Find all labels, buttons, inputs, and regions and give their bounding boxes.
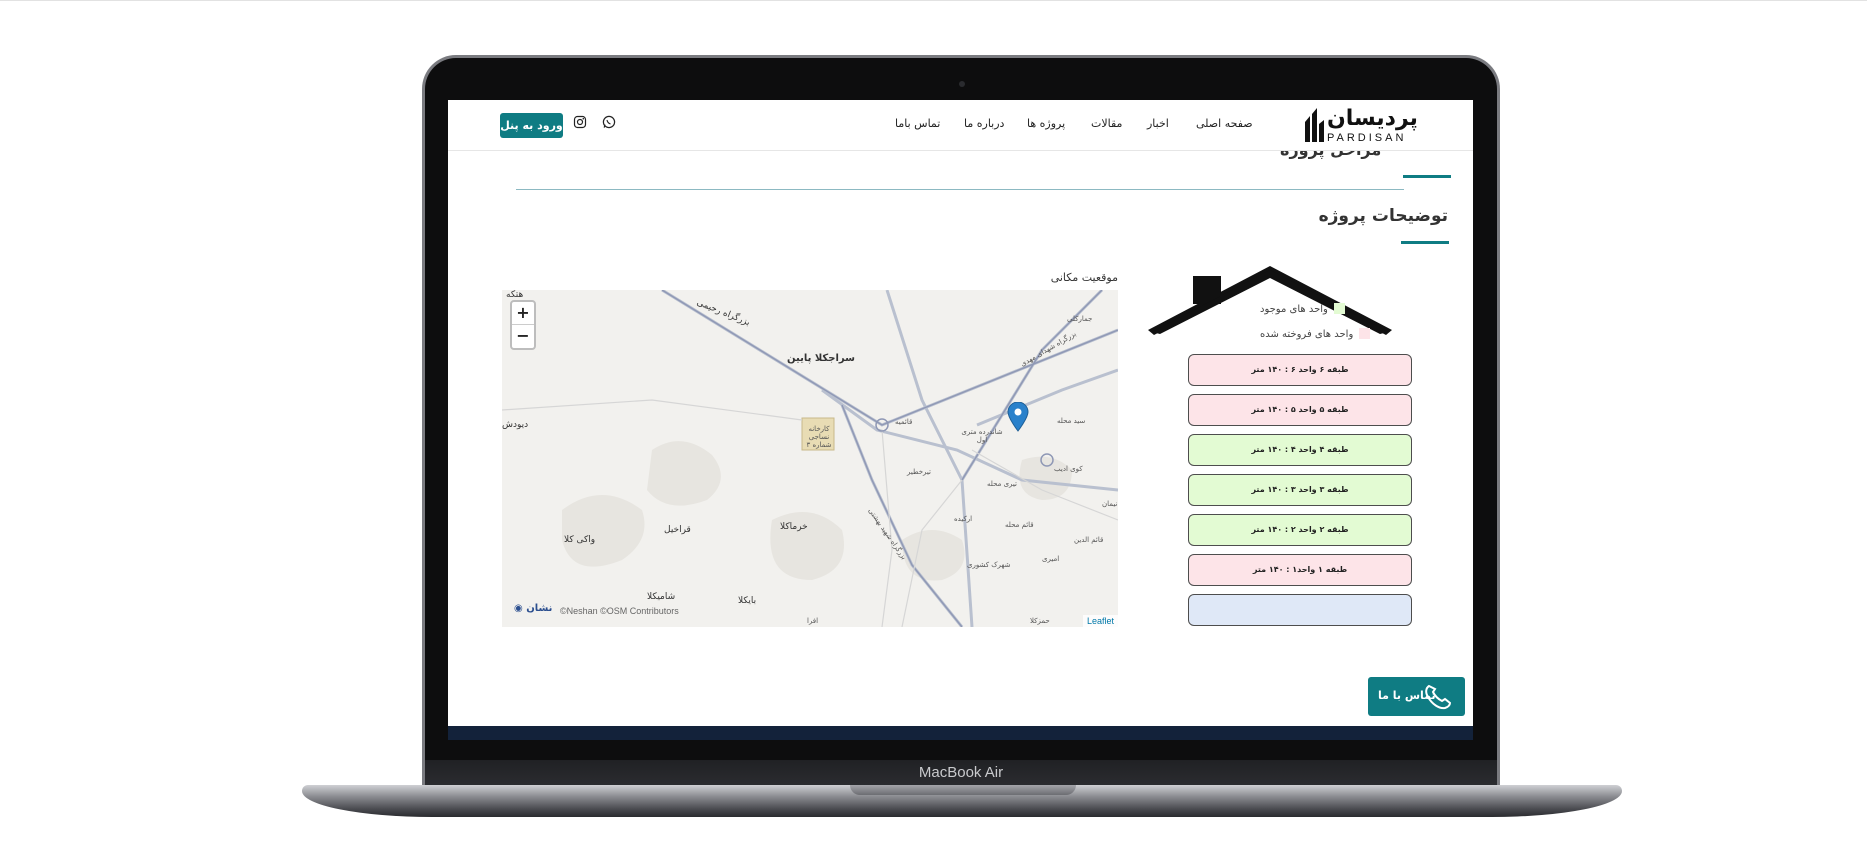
- legend-available: واحد های موجود: [1260, 303, 1345, 315]
- legend-swatch-sold: [1359, 328, 1371, 339]
- section-title: توضیحات پروژه: [1318, 206, 1448, 226]
- logo-subtitle: PARDISAN: [1327, 132, 1407, 144]
- map-place-label: شاندرده متری اول: [961, 428, 1003, 444]
- map-place-label: ارکیده: [954, 515, 973, 523]
- map-place-label: حمزکلا: [1030, 617, 1050, 625]
- map-zoom-control: + −: [510, 300, 536, 350]
- map-place-label: سراجکلا پایین: [787, 353, 855, 364]
- unit-box[interactable]: طبقه ۶ واحد ۶ : ۱۴۰ متر: [1188, 354, 1412, 386]
- phone-icon: [1425, 684, 1452, 710]
- map-place-label: دیودش: [502, 420, 529, 430]
- map-place-label: خرماکلا: [780, 522, 808, 532]
- site-header: پردیسان PARDISAN صفحه اصلی اخبار مقالات …: [448, 100, 1473, 151]
- leaflet-link[interactable]: Leaflet: [1082, 615, 1118, 627]
- unit-box[interactable]: طبقه ۵ واحد ۵ : ۱۴۰ متر: [1188, 394, 1412, 426]
- map-place-label: واکی کلا: [564, 535, 596, 545]
- laptop-screen: پردیسان PARDISAN صفحه اصلی اخبار مقالات …: [448, 100, 1473, 740]
- instagram-icon[interactable]: [573, 115, 587, 129]
- legend-sold: واحد های فروخته شده: [1260, 328, 1371, 340]
- contact-us-button[interactable]: تماس با ما: [1368, 677, 1465, 716]
- title-underline: [1403, 175, 1451, 178]
- nav-contact[interactable]: تماس باما: [895, 117, 940, 135]
- nav-articles[interactable]: مقالات: [1091, 117, 1122, 135]
- map-place-label: بایکلا: [738, 596, 757, 606]
- map-place-label: کوی ادیب: [1054, 465, 1083, 473]
- nav-about[interactable]: درباره ما: [964, 117, 1004, 135]
- map-place-label: قراخیل: [664, 525, 691, 535]
- building-logo-icon: [1305, 108, 1324, 142]
- logo-text: پردیسان: [1327, 106, 1418, 131]
- laptop-brand-label: MacBook Air: [918, 764, 1004, 781]
- map-place-label: تیری محله: [987, 480, 1017, 488]
- map-place-label: جمارکلی: [1067, 315, 1093, 323]
- map-background: [502, 290, 1118, 627]
- map-place-label: هتکه: [506, 290, 524, 300]
- unit-box[interactable]: طبقه ۲ واحد ۲ : ۱۴۰ متر: [1188, 514, 1412, 546]
- map-place-label: قائم محله: [1005, 521, 1034, 529]
- map-place-label: تیرخطیر: [907, 468, 931, 476]
- neshan-icon: ◉: [514, 603, 523, 614]
- map-place-label: کارخانه نساجی شماره ۳: [806, 425, 832, 449]
- nav-home[interactable]: صفحه اصلی: [1196, 117, 1253, 135]
- laptop-hinge-notch: [850, 785, 1076, 795]
- map-label: موقعیت مکانی: [1050, 271, 1118, 284]
- location-pin-icon[interactable]: [1007, 402, 1029, 432]
- map-place-label: قائمیه: [895, 418, 913, 426]
- legend-sold-label: واحد های فروخته شده: [1260, 329, 1354, 340]
- top-divider: [0, 0, 1867, 1]
- location-map[interactable]: هتکه بزرگراه رحیمی سراجکلا پایین جمارکلی…: [502, 290, 1118, 627]
- unit-box[interactable]: طبقه ۴ واحد ۴ : ۱۴۰ متر: [1188, 434, 1412, 466]
- map-place-label: امیری: [1042, 555, 1060, 563]
- map-place-label: قائم الدین: [1074, 536, 1104, 544]
- neshan-logo-text: نشان: [526, 603, 553, 614]
- map-place-label: افرا: [807, 617, 819, 625]
- title-underline: [1401, 241, 1449, 244]
- nav-news[interactable]: اخبار: [1147, 117, 1169, 135]
- zoom-in-button[interactable]: +: [512, 302, 534, 325]
- unit-box[interactable]: [1188, 594, 1412, 626]
- whatsapp-icon[interactable]: [602, 115, 616, 129]
- footer-strip: [448, 726, 1473, 740]
- unit-box[interactable]: طبقه ۱ واحد۱ : ۱۴۰ متر: [1188, 554, 1412, 586]
- nav-projects[interactable]: پروژه ها: [1027, 117, 1065, 135]
- login-panel-button[interactable]: ورود به پنل: [500, 113, 563, 138]
- legend-swatch-available: [1333, 303, 1345, 314]
- map-place-label: سید محله: [1057, 417, 1086, 425]
- neshan-logo[interactable]: نشان ◉: [514, 603, 552, 614]
- map-place-label: شهرک کشوری: [967, 561, 1011, 569]
- section-divider: [516, 189, 1404, 190]
- map-place-label: شامیکلا: [647, 592, 676, 602]
- unit-box[interactable]: طبقه ۳ واحد ۳ : ۱۴۰ متر: [1188, 474, 1412, 506]
- map-attribution: ©Neshan ©OSM Contributors: [560, 606, 679, 616]
- zoom-out-button[interactable]: −: [512, 325, 534, 348]
- legend-available-label: واحد های موجود: [1260, 304, 1328, 315]
- camera-dot: [959, 81, 965, 87]
- map-place-label: نیمان: [1102, 500, 1118, 508]
- stage: پردیسان PARDISAN صفحه اصلی اخبار مقالات …: [0, 0, 1867, 861]
- site-logo[interactable]: پردیسان PARDISAN: [1303, 104, 1418, 146]
